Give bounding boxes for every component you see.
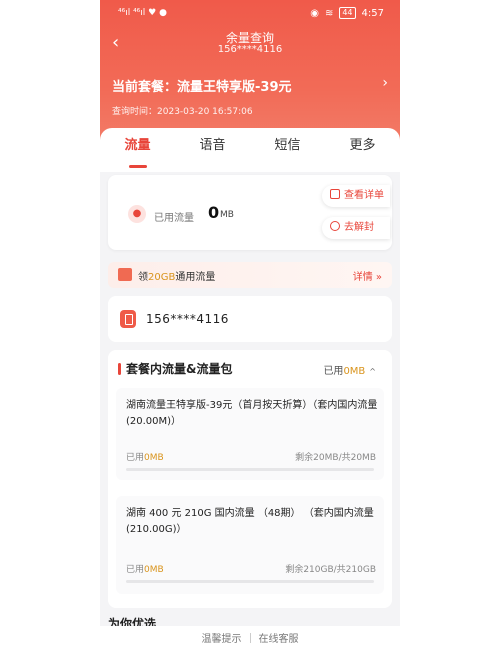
footer: 温馨提示 在线客服: [100, 626, 400, 667]
status-icons-right: ◉ ≋ 44 4:57: [310, 7, 384, 19]
package-used-value: 0MB: [144, 565, 164, 575]
tab-more[interactable]: 更多: [325, 128, 400, 172]
gift-icon: [118, 268, 132, 281]
status-bar: ⁴⁶ıl ⁴⁶ıl ♥ ● ◉ ≋ 44 4:57: [100, 0, 400, 28]
data-usage-icon: ●: [128, 205, 146, 223]
usage-progress-bar: [126, 580, 374, 583]
header-phone-number: 156****4116: [217, 44, 283, 55]
promo-text: 领20GB通用流量: [138, 268, 215, 283]
plan-name: 流量王特享版-39元: [177, 80, 292, 95]
promo-suffix: 通用流量: [175, 272, 216, 283]
package-item: 湖南 400 元 210G 国内流量 （48期） （套内国内流量(210.00G…: [116, 496, 384, 594]
package-name: 湖南 400 元 210G 国内流量 （48期） （套内国内流量(210.00G…: [126, 508, 374, 535]
package-remaining: 剩余20MB/共20MB: [295, 453, 376, 463]
section-used-toggle[interactable]: 已用0MB ^: [323, 362, 376, 377]
plan-label: 当前套餐：: [112, 80, 178, 95]
promo-details-link[interactable]: 详情 »: [353, 268, 382, 283]
tab-data[interactable]: 流量: [100, 128, 175, 172]
package-used: 已用0MB: [126, 562, 164, 575]
current-plan[interactable]: 当前套餐：流量王特享版-39元: [112, 76, 292, 95]
online-service-link[interactable]: 在线客服: [259, 634, 299, 645]
package-used-label: 已用: [126, 565, 145, 575]
chevron-right-icon[interactable]: ›: [382, 75, 388, 91]
bill-icon: [330, 189, 340, 199]
unlock-button[interactable]: 去解封: [322, 217, 390, 239]
promo-banner[interactable]: 领20GB通用流量 详情 »: [108, 262, 392, 288]
chevron-up-icon: ^: [369, 367, 376, 376]
unlock-label: 去解封: [344, 222, 374, 233]
used-data-label: 已用流量: [154, 213, 194, 224]
sim-card-icon: [120, 310, 136, 328]
used-data-value: 0: [208, 203, 220, 222]
package-name: 湖南流量王特享版-39元（首月按天折算）（套内国内流量(20.00M)）: [126, 400, 378, 427]
package-used-label: 已用: [126, 453, 145, 463]
package-remaining: 剩余210GB/共210GB: [285, 565, 376, 575]
package-section: 套餐内流量&流量包 已用0MB ^ 湖南流量王特享版-39元（首月按天折算）（套内…: [108, 350, 392, 608]
package-used-value: 0MB: [144, 453, 164, 463]
app-screen: ⁴⁶ıl ⁴⁶ıl ♥ ● ◉ ≋ 44 4:57 ‹ 余量查询 156****…: [100, 0, 400, 667]
eye-icon: ◉: [310, 7, 319, 19]
status-icons-left: ⁴⁶ıl ⁴⁶ıl ♥ ●: [118, 8, 167, 18]
package-item: 湖南流量王特享版-39元（首月按天折算）（套内国内流量(20.00M)） 已用0…: [116, 388, 384, 480]
phone-number: 156****4116: [146, 312, 229, 326]
promo-highlight: 20GB: [148, 272, 176, 283]
usage-card: ● 已用流量 0 MB 查看详单 去解封: [108, 175, 392, 250]
section-used-value: 0MB: [343, 366, 366, 377]
view-details-label: 查看详单: [344, 190, 384, 201]
clock: 4:57: [361, 7, 384, 19]
tab-voice[interactable]: 语音: [175, 128, 250, 172]
query-time: 查询时间：2023-03-20 16:57:06: [112, 104, 253, 117]
tab-sms[interactable]: 短信: [250, 128, 325, 172]
usage-progress-bar: [126, 468, 374, 471]
battery-indicator: 44: [339, 7, 356, 19]
number-card[interactable]: 156****4116: [108, 296, 392, 342]
view-details-button[interactable]: 查看详单: [322, 185, 390, 207]
section-used-label: 已用: [323, 366, 344, 377]
package-used: 已用0MB: [126, 450, 164, 463]
wifi-icon: ≋: [324, 7, 334, 19]
lock-icon: [330, 221, 340, 231]
category-tabs: 流量 语音 短信 更多: [100, 128, 400, 172]
query-time-label: 查询时间：: [112, 107, 158, 117]
section-title: 套餐内流量&流量包: [126, 362, 233, 376]
divider: [249, 633, 251, 643]
tips-link[interactable]: 温馨提示: [202, 634, 242, 645]
signal-icons: ⁴⁶ıl ⁴⁶ıl ♥ ●: [118, 8, 167, 18]
promo-prefix: 领: [138, 272, 148, 283]
section-marker: [118, 363, 121, 375]
query-time-value: 2023-03-20 16:57:06: [157, 107, 253, 117]
used-data-unit: MB: [220, 210, 234, 220]
